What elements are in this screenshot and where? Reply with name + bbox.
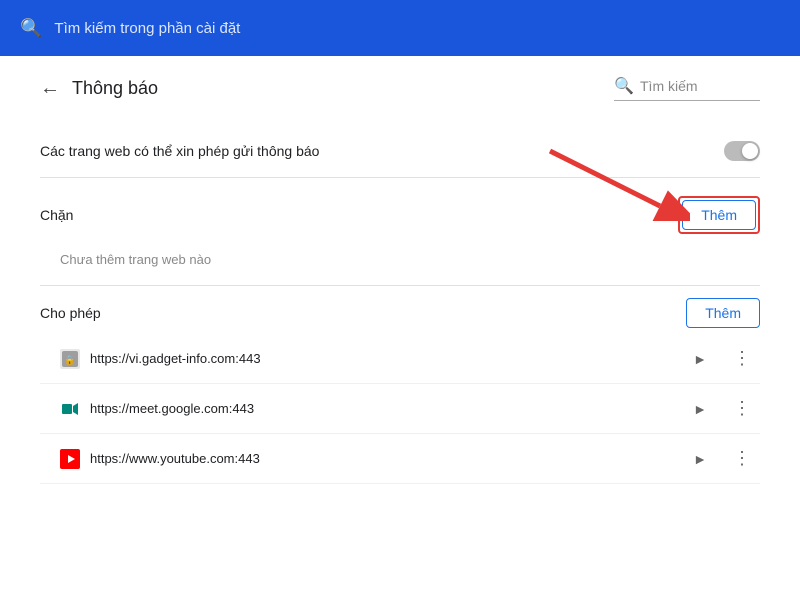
blocked-add-button-highlighted: Thêm	[678, 196, 760, 234]
blocked-add-button[interactable]: Thêm	[682, 200, 756, 230]
gadget-favicon-icon: 🔒	[62, 351, 78, 367]
site-more-button[interactable]: ⋮	[725, 444, 760, 473]
youtube-favicon-icon	[60, 449, 80, 469]
blocked-label: Chặn	[40, 207, 73, 223]
site-url: https://vi.gadget-info.com:443	[90, 351, 675, 366]
site-item: https://meet.google.com:443 ► ⋮	[40, 384, 760, 434]
header-left: ← Thông báo	[40, 77, 158, 100]
blocked-header: Chặn Thêm	[40, 196, 760, 234]
site-item: https://www.youtube.com:443 ► ⋮	[40, 434, 760, 484]
toggle-label: Các trang web có thể xin phép gửi thông …	[40, 143, 319, 159]
site-favicon	[60, 399, 80, 419]
top-search-input[interactable]	[54, 20, 354, 37]
site-chevron-button[interactable]: ►	[685, 397, 715, 421]
site-item: 🔒 https://vi.gadget-info.com:443 ► ⋮	[40, 334, 760, 384]
empty-text: Chưa thêm trang web nào	[40, 244, 760, 275]
allowed-header: Cho phép Thêm	[40, 298, 760, 328]
notifications-toggle[interactable]	[724, 141, 760, 161]
site-chevron-button[interactable]: ►	[685, 347, 715, 371]
header-row: ← Thông báo 🔍	[40, 76, 760, 101]
svg-text:🔒: 🔒	[64, 355, 75, 365]
site-more-button[interactable]: ⋮	[725, 344, 760, 373]
site-favicon	[60, 449, 80, 469]
blocked-section: Chặn Thêm Chưa thêm trang web nào	[40, 178, 760, 285]
main-content: ← Thông báo 🔍 Các trang web có thể xin p…	[0, 56, 800, 504]
top-search-bar: 🔍	[0, 0, 800, 56]
allowed-label: Cho phép	[40, 305, 101, 321]
site-url: https://meet.google.com:443	[90, 401, 675, 416]
header-search: 🔍	[614, 76, 760, 101]
back-button[interactable]: ←	[40, 77, 60, 100]
allowed-section: Cho phép Thêm 🔒 https://vi.gadget-info.c…	[40, 285, 760, 484]
site-list: 🔒 https://vi.gadget-info.com:443 ► ⋮	[40, 334, 760, 484]
meet-favicon-icon	[60, 399, 80, 419]
notifications-toggle-section: Các trang web có thể xin phép gửi thông …	[40, 125, 760, 178]
page-title: Thông báo	[72, 78, 158, 99]
site-favicon: 🔒	[60, 349, 80, 369]
top-search-icon: 🔍	[20, 18, 42, 39]
header-search-icon: 🔍	[614, 76, 634, 96]
allowed-add-button[interactable]: Thêm	[686, 298, 760, 328]
header-search-input[interactable]	[640, 78, 760, 94]
site-url: https://www.youtube.com:443	[90, 451, 675, 466]
site-chevron-button[interactable]: ►	[685, 447, 715, 471]
site-more-button[interactable]: ⋮	[725, 394, 760, 423]
